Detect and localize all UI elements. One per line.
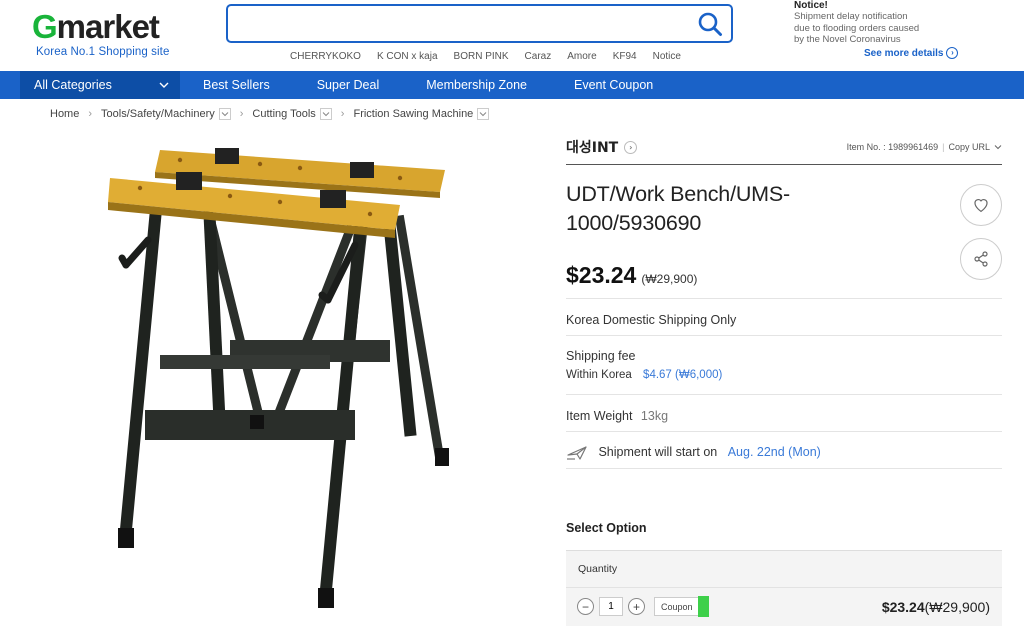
line-total: $23.24(₩29,900): [882, 599, 990, 615]
nav-item-super-deal[interactable]: Super Deal: [317, 71, 380, 99]
breadcrumb-label: Friction Sawing Machine: [353, 108, 474, 120]
select-option-heading: Select Option: [566, 521, 647, 535]
keyword-link[interactable]: Amore: [567, 51, 596, 62]
airplane-icon: [567, 446, 587, 460]
item-number: Item No. : 1989961469: [846, 142, 939, 152]
chevron-right-icon: ›: [239, 108, 244, 120]
price-krw: (₩29,900): [641, 272, 698, 286]
main-nav: All Categories Best Sellers Super Deal M…: [0, 71, 1024, 99]
chevron-right-icon: ›: [624, 140, 638, 154]
line-price-krw: (₩29,900): [924, 599, 990, 615]
breadcrumb-category[interactable]: Cutting Tools: [252, 108, 332, 120]
breadcrumb-category[interactable]: Tools/Safety/Machinery: [101, 108, 231, 120]
product-title: UDT/Work Bench/UMS-1000/5930690: [566, 182, 790, 235]
chevron-down-icon[interactable]: [477, 108, 490, 120]
item-weight-row: Item Weight 13kg: [566, 394, 1002, 431]
nav-item-event-coupon[interactable]: Event Coupon: [574, 71, 653, 99]
notice-title: Notice!: [794, 0, 828, 11]
domestic-shipping-row: Korea Domestic Shipping Only: [566, 298, 1002, 335]
trending-keywords: CHERRYKOKO K CON x kaja BORN PINK Caraz …: [290, 51, 697, 62]
seller-row: 대성INT › Item No. : 1989961469 | Copy URL: [566, 134, 1002, 165]
copy-url-button[interactable]: Copy URL: [948, 142, 1002, 152]
coupon-label: Coupon: [661, 601, 693, 612]
coupon-button[interactable]: Coupon: [654, 597, 700, 616]
notice-line: by the Novel Coronavirus: [794, 34, 901, 45]
keyword-link[interactable]: BORN PINK: [454, 51, 509, 62]
breadcrumb-label: Cutting Tools: [252, 108, 316, 120]
keyword-link[interactable]: CHERRYKOKO: [290, 51, 361, 62]
search-input[interactable]: [228, 6, 683, 41]
divider: |: [942, 142, 945, 152]
nav-item-membership-zone[interactable]: Membership Zone: [426, 71, 527, 99]
share-icon: [974, 251, 988, 267]
see-more-label: See more details: [864, 47, 944, 59]
chevron-right-icon: ›: [88, 108, 93, 120]
chevron-right-icon: ›: [946, 47, 959, 59]
quantity-controls: − + Coupon $23.24(₩29,900): [566, 587, 1002, 627]
site-header: Gmarket Korea No.1 Shopping site CHERRYK…: [0, 0, 1024, 71]
breadcrumb-label: Tools/Safety/Machinery: [101, 108, 215, 120]
chevron-down-icon[interactable]: [319, 108, 332, 120]
keyword-link[interactable]: Caraz: [525, 51, 552, 62]
notice-line: Shipment delay notification: [794, 11, 908, 22]
breadcrumb-category[interactable]: Friction Sawing Machine: [353, 108, 490, 120]
logo-wordmark: Gmarket: [32, 8, 160, 45]
search-icon: [698, 12, 722, 36]
coupon-indicator: [698, 596, 709, 617]
price-row: $23.24 (₩29,900): [566, 262, 697, 289]
keyword-link[interactable]: K CON x kaja: [377, 51, 438, 62]
chevron-down-icon: [159, 82, 169, 88]
shipping-fee-detail: Within Korea $4.67 (₩6,000): [566, 369, 1002, 381]
line-price: $23.24: [881, 599, 925, 615]
logo-tagline: Korea No.1 Shopping site: [36, 46, 170, 58]
quantity-input[interactable]: [599, 597, 623, 616]
shipping-fee-label: Shipping fee: [566, 349, 636, 363]
favorite-button[interactable]: [960, 184, 1002, 226]
gmarket-logo[interactable]: Gmarket Korea No.1 Shopping site: [32, 8, 170, 59]
breadcrumb: Home › Tools/Safety/Machinery › Cutting …: [50, 108, 490, 120]
quantity-label: Quantity: [578, 563, 618, 575]
quantity-panel: Quantity − + Coupon $23.24(₩29,900): [566, 550, 1002, 626]
search-bar: [226, 4, 733, 43]
item-number-row: Item No. : 1989961469 | Copy URL: [847, 142, 1002, 152]
product-image[interactable]: [100, 130, 470, 610]
keyword-link[interactable]: Notice: [653, 51, 681, 62]
item-weight-label: Item Weight: [566, 409, 633, 423]
chevron-down-icon: [994, 145, 1002, 150]
keyword-link[interactable]: KF94: [613, 51, 637, 62]
all-categories-label: All Categories: [34, 78, 112, 92]
notice-line: due to flooding orders caused: [794, 22, 920, 34]
nav-item-best-sellers[interactable]: Best Sellers: [203, 71, 270, 99]
copy-url-label: Copy URL: [948, 142, 990, 152]
work-bench-illustration: [108, 148, 449, 608]
shipment-start-label: Shipment will start on: [598, 445, 718, 460]
chevron-right-icon: ›: [340, 108, 345, 120]
breadcrumb-home[interactable]: Home: [50, 108, 79, 120]
chevron-down-icon[interactable]: [218, 108, 231, 120]
heart-icon: [974, 199, 988, 213]
shipping-fee-value: $4.67 (₩6,000): [643, 369, 723, 381]
seller-name: 대성INT: [566, 140, 619, 156]
quantity-increase-button[interactable]: +: [628, 598, 645, 615]
domestic-shipping-text: Korea Domestic Shipping Only: [566, 313, 737, 327]
shipping-region: Within Korea: [566, 369, 632, 381]
search-button[interactable]: [697, 11, 723, 37]
seller-link[interactable]: 대성INT ›: [566, 137, 638, 157]
item-weight-value: 13kg: [640, 409, 669, 423]
breadcrumb-label: Home: [50, 108, 80, 120]
see-more-details-link[interactable]: See more details ›: [864, 47, 959, 59]
shipping-fee-row: Shipping fee Within Korea $4.67 (₩6,000): [566, 335, 1002, 394]
quantity-decrease-button[interactable]: −: [577, 598, 594, 615]
notice-panel: Notice! Shipment delay notification due …: [794, 0, 994, 59]
plus-icon: +: [632, 599, 640, 614]
price: $23.24: [566, 262, 637, 288]
all-categories-button[interactable]: All Categories: [20, 71, 180, 99]
share-button[interactable]: [960, 238, 1002, 280]
shipment-start-row: Shipment will start on Aug. 22nd (Mon): [566, 431, 1002, 469]
shipment-start-date: Aug. 22nd (Mon): [727, 445, 821, 460]
nav-menu: Best Sellers Super Deal Membership Zone …: [180, 71, 653, 99]
minus-icon: −: [581, 599, 589, 614]
